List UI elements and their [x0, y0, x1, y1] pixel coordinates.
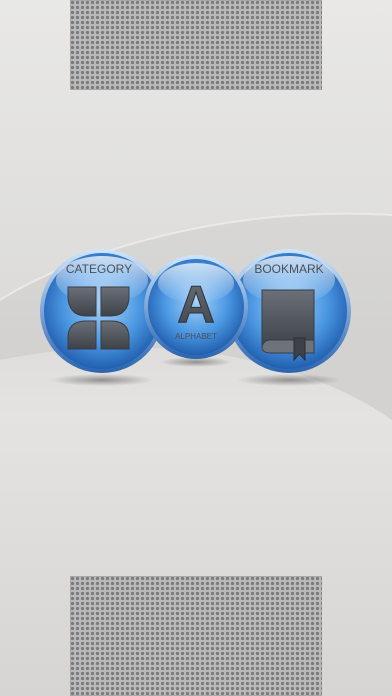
bookmark-label: BOOKMARK	[254, 262, 323, 276]
menu-buttons: CATEGORY BOOKMARK A ALPHABET	[40, 249, 351, 386]
main-menu-screen: CATEGORY BOOKMARK A ALPHABET	[0, 0, 392, 696]
alphabet-button[interactable]: A ALPHABET	[144, 255, 248, 359]
alphabet-label: ALPHABET	[175, 332, 217, 341]
category-label: CATEGORY	[66, 262, 132, 276]
book-bookmark-icon	[261, 289, 315, 362]
letter-a-icon: A	[177, 276, 215, 334]
